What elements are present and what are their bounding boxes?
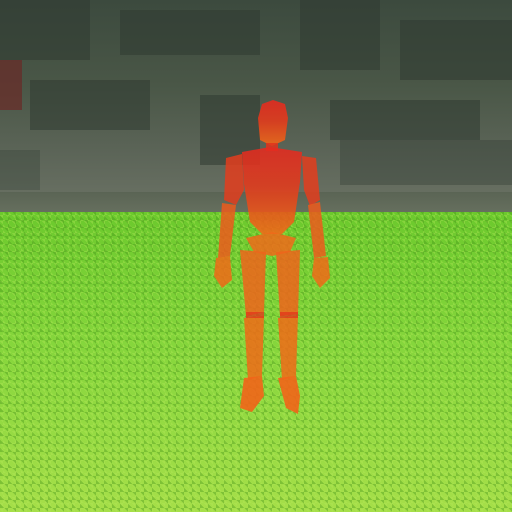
character-left-foot <box>240 376 264 412</box>
character-left-arm-upper <box>224 154 244 205</box>
red-mannequin-character[interactable] <box>0 0 512 512</box>
character-right-thigh <box>276 250 300 316</box>
character-right-knee <box>280 312 298 318</box>
character-right-foot <box>278 376 300 414</box>
character-right-arm-lower <box>308 202 326 258</box>
character-right-shin <box>278 316 298 380</box>
character-left-shin <box>244 316 264 380</box>
character-left-hand <box>214 256 232 288</box>
character-left-thigh <box>240 250 266 316</box>
character-left-arm-lower <box>218 203 236 258</box>
character-right-arm-upper <box>302 156 320 206</box>
character-torso <box>242 147 302 234</box>
character-right-hand <box>312 257 330 288</box>
character-head <box>258 100 288 146</box>
game-viewport[interactable] <box>0 0 512 512</box>
character-left-knee <box>246 312 264 318</box>
